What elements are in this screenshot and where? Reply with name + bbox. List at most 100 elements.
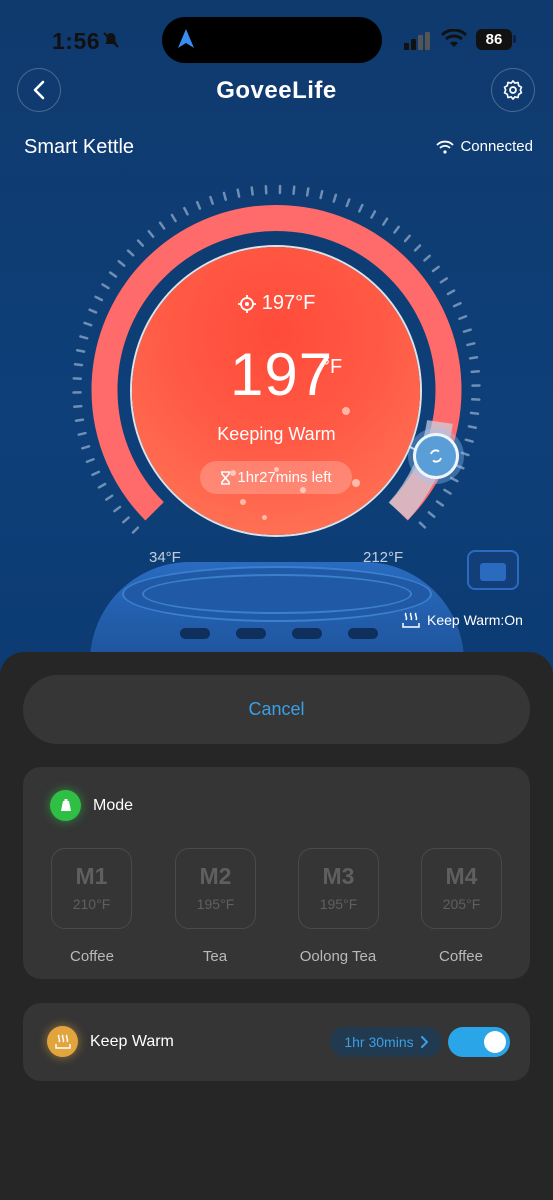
dial-tick <box>381 217 389 226</box>
steam-icon <box>402 612 420 628</box>
dial-tick <box>195 200 202 210</box>
mode-name-m1: Coffee <box>70 948 114 965</box>
kettle-state: Keeping Warm <box>217 424 336 444</box>
dial-tick <box>462 328 472 333</box>
dial-tick <box>236 188 241 198</box>
mode-code: M1 <box>75 863 108 889</box>
drag-handle-icon <box>430 449 442 463</box>
dial-tick <box>170 213 177 223</box>
target-temperature-value: 197°F <box>261 292 316 314</box>
hourglass-icon <box>221 470 231 485</box>
keep-warm-status-label: Keep Warm:On <box>427 612 523 628</box>
dial-tick <box>470 370 480 374</box>
dial-tick <box>435 500 445 507</box>
dial-tick <box>393 225 400 234</box>
time-left-label: 1hr27mins left <box>237 469 332 486</box>
dial-tick <box>305 187 310 197</box>
bubble <box>342 407 350 415</box>
dial-tick <box>345 198 351 208</box>
dial-tick <box>403 234 411 243</box>
dial-tick <box>131 526 140 534</box>
mode-temp: 210°F <box>72 896 111 912</box>
dial-tick <box>158 221 166 230</box>
dial-tick <box>458 315 468 321</box>
power-plug-socket <box>480 563 506 581</box>
mode-title: Mode <box>93 797 134 814</box>
dial-tick <box>250 186 254 196</box>
dial-tick <box>74 418 85 423</box>
dial-tick <box>443 488 452 495</box>
mode-code: M4 <box>445 863 478 889</box>
toggle-knob <box>484 1031 506 1053</box>
dial-tick <box>73 404 83 408</box>
dial-tick <box>469 411 480 415</box>
mode-tile-m3[interactable]: M3 195°F <box>298 848 379 929</box>
cancel-button[interactable]: Cancel <box>23 675 530 744</box>
dial-tick <box>423 254 431 262</box>
dial-tick <box>439 277 449 284</box>
dial-tick <box>418 521 427 529</box>
mode-temp: 195°F <box>319 896 358 912</box>
mode-tile-m2[interactable]: M2 195°F <box>175 848 256 929</box>
dial-tick <box>468 355 479 360</box>
mode-temp: 195°F <box>196 896 235 912</box>
dial-tick <box>97 482 107 489</box>
dial-tick <box>427 511 436 519</box>
target-temperature: 197°F <box>0 292 553 315</box>
temperature-knob[interactable] <box>413 433 459 479</box>
bubble <box>262 515 267 520</box>
base-button <box>236 628 266 639</box>
dial-tick <box>126 249 135 257</box>
dial-tick <box>136 239 145 247</box>
dial-tick <box>466 342 476 347</box>
dial-tick <box>413 244 422 252</box>
keep-warm-status: Keep Warm:On <box>402 612 523 628</box>
base-button <box>348 628 378 639</box>
dial-tick <box>455 464 465 470</box>
keep-warm-duration: 1hr 30mins <box>344 1034 414 1050</box>
keep-warm-duration-button[interactable]: 1hr 30mins <box>330 1027 442 1057</box>
keep-warm-icon <box>47 1026 78 1057</box>
dial-tick <box>449 476 459 483</box>
mode-name-m4: Coffee <box>439 948 483 965</box>
dial-tick <box>101 283 110 290</box>
steam-glyph <box>54 1033 71 1049</box>
mode-name-m3: Oolong Tea <box>299 948 377 965</box>
keep-warm-title: Keep Warm <box>90 1033 174 1050</box>
bubble <box>352 479 360 487</box>
dial-tick <box>75 349 86 353</box>
temperature-unit: °F <box>322 356 343 378</box>
dial-tick <box>122 516 130 524</box>
dial-tick <box>370 210 377 219</box>
dial-tick <box>209 195 214 205</box>
dial-tick <box>292 185 296 195</box>
mode-tile-m1[interactable]: M1 210°F <box>51 848 132 929</box>
dial-tick <box>85 457 95 463</box>
keep-warm-toggle[interactable] <box>448 1027 510 1057</box>
dial-tick <box>147 229 155 238</box>
base-button <box>292 628 322 639</box>
target-icon <box>237 294 256 313</box>
dial-tick <box>222 191 228 201</box>
current-temperature: 197 <box>230 341 334 408</box>
dial-tick <box>332 193 338 203</box>
kettle-glyph <box>60 798 71 811</box>
dial-tick <box>117 259 126 267</box>
dial-tick <box>113 505 122 513</box>
dial-tick <box>104 494 114 501</box>
dial-tick <box>79 335 89 340</box>
dial-tick <box>81 445 91 450</box>
dial-tick <box>108 271 118 278</box>
base-button <box>180 628 210 639</box>
kettle-icon <box>50 790 81 821</box>
dial-tick <box>358 203 364 213</box>
dial-tick <box>73 363 84 367</box>
dial-tick <box>431 265 440 273</box>
bubble <box>240 499 246 505</box>
mode-code: M3 <box>322 863 355 889</box>
dial-tick <box>83 321 93 327</box>
dial-tick <box>183 206 189 216</box>
kettle-base-rim-inner <box>142 574 412 614</box>
mode-tile-m4[interactable]: M4 205°F <box>421 848 502 929</box>
dial-tick <box>460 451 470 457</box>
